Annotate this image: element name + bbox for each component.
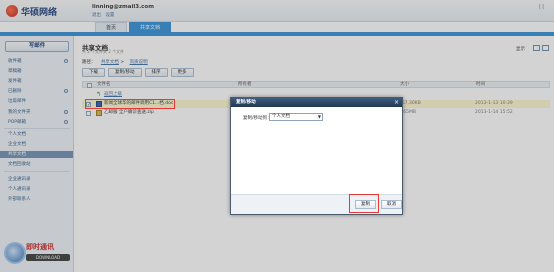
chevron-down-icon: ▼ bbox=[317, 114, 321, 119]
destination-select-value: 个人文档 bbox=[272, 114, 290, 119]
destination-select[interactable]: 个人文档 ▼ bbox=[269, 113, 323, 121]
confirm-button-highlight bbox=[349, 194, 379, 213]
selected-row-highlight bbox=[85, 99, 175, 109]
dialog-title: 复制/移动 bbox=[231, 98, 402, 107]
close-icon[interactable]: × bbox=[394, 98, 399, 107]
cancel-button[interactable]: 取消 bbox=[381, 200, 402, 209]
destination-label: 复制/移动到： bbox=[243, 116, 272, 121]
